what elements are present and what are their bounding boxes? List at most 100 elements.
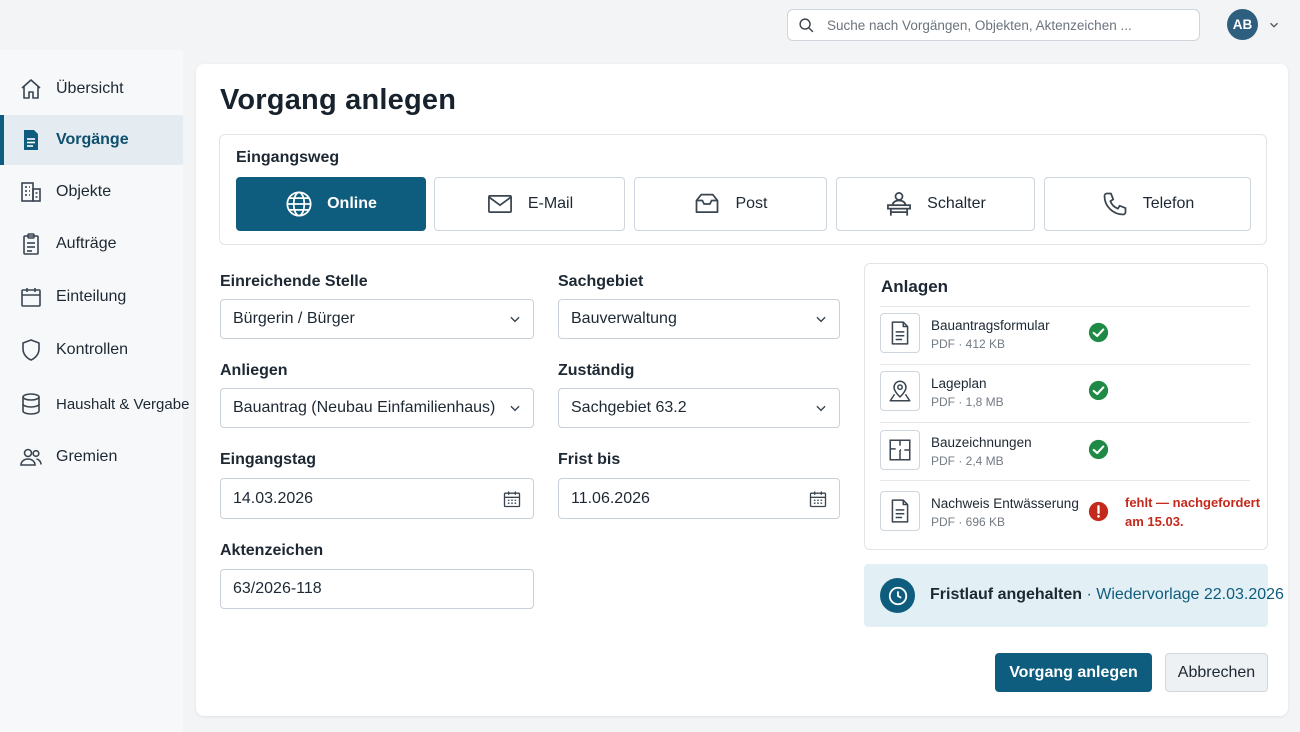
sidebar-item-label: Kontrollen — [56, 341, 129, 358]
sidebar-item-gremien[interactable]: Gremien — [0, 432, 183, 482]
vorgang-anlegen-button[interactable]: Vorgang anlegen — [995, 653, 1152, 692]
zustaendig-select[interactable]: Sachgebiet 63.2 — [558, 388, 840, 428]
globe-icon — [286, 191, 312, 217]
attachment-meta: PDF · 696 KB — [931, 515, 1006, 529]
anliegen-select[interactable]: Bauantrag (Neubau Einfamilienhaus) — [220, 388, 534, 428]
document-icon — [24, 130, 38, 150]
search-box[interactable] — [787, 9, 1200, 41]
attachment-name: Bauantragsformular — [931, 318, 1050, 333]
frist-bis-input[interactable]: 11.06.2026 — [558, 478, 840, 519]
chevron-down-icon — [816, 405, 826, 412]
error-icon — [1088, 501, 1109, 522]
aktenzeichen-label: Aktenzeichen — [220, 542, 324, 559]
calendar-icon[interactable] — [808, 489, 828, 509]
counter-icon — [887, 192, 912, 216]
attachment-row[interactable]: Bauzeichnungen PDF · 2,4 MB — [865, 422, 1269, 480]
check-circle-icon — [1088, 380, 1109, 401]
search-input[interactable] — [827, 17, 1187, 33]
abbrechen-button[interactable]: Abbrechen — [1165, 653, 1268, 692]
channel-online-button[interactable]: Online — [236, 177, 426, 231]
eingangstag-value: 14.03.2026 — [233, 489, 314, 507]
sidebar-item-vorgaenge[interactable]: Vorgänge — [0, 115, 183, 165]
check-circle-icon — [1088, 439, 1109, 460]
floorplan-icon — [889, 439, 911, 461]
avatar[interactable]: AB — [1227, 9, 1258, 40]
clock-icon — [880, 578, 915, 613]
attachment-row[interactable]: Lageplan PDF · 1,8 MB — [865, 364, 1269, 422]
fristlauf-text: Fristlauf angehalten · Wiedervorlage 22.… — [930, 586, 1284, 604]
fristlauf-banner: Fristlauf angehalten · Wiedervorlage 22.… — [864, 564, 1284, 627]
page-title: Vorgang anlegen — [220, 84, 457, 116]
calendar-icon — [21, 288, 41, 307]
aktenzeichen-input[interactable]: 63/2026-118 — [220, 569, 534, 609]
main-panel: Vorgang anlegen Eingangsweg Online E-Mai… — [196, 64, 1288, 716]
building-icon — [21, 182, 41, 202]
channel-label: Online — [327, 195, 377, 212]
attachment-row[interactable]: Nachweis Entwässerung PDF · 696 KB fehlt… — [865, 480, 1269, 546]
anliegen-value: Bauantrag (Neubau Einfamilienhaus) — [233, 399, 496, 416]
frist-bis-value: 11.06.2026 — [571, 489, 650, 507]
calendar-icon[interactable] — [502, 489, 522, 509]
attachment-icon-box — [880, 491, 920, 531]
chevron-down-icon — [510, 405, 520, 412]
sachgebiet-value: Bauverwaltung — [571, 310, 677, 327]
eingangstag-label: Eingangstag — [220, 451, 317, 468]
chevron-down-icon — [510, 316, 520, 323]
channel-label: Telefon — [1142, 195, 1195, 212]
channel-post-button[interactable]: Post — [634, 177, 827, 231]
eingangsweg-panel: Eingangsweg Online E-Mail Post Schalter … — [219, 134, 1267, 245]
clipboard-icon — [23, 233, 39, 255]
sidebar-item-kontrollen[interactable]: Kontrollen — [0, 325, 183, 375]
attachment-name: Nachweis Entwässerung — [931, 496, 1079, 511]
anlagen-title: Anlagen — [881, 277, 949, 296]
attachment-meta: PDF · 412 KB — [931, 337, 1006, 351]
sidebar-item-haushalt[interactable]: Haushalt & Vergabe — [0, 379, 189, 429]
sachgebiet-label: Sachgebiet — [558, 273, 644, 290]
search-icon — [799, 17, 814, 32]
attachment-meta: PDF · 1,8 MB — [931, 395, 1004, 409]
home-icon — [21, 79, 41, 99]
anlagen-panel: Anlagen Bauantragsformular PDF · 412 KB … — [864, 263, 1268, 550]
fristlauf-label: Fristlauf angehalten — [930, 586, 1083, 603]
sachgebiet-select[interactable]: Bauverwaltung — [558, 299, 840, 339]
sidebar-item-label: Haushalt & Vergabe — [56, 395, 190, 413]
sidebar-item-objekte[interactable]: Objekte — [0, 167, 183, 217]
sidebar-item-uebersicht[interactable]: Übersicht — [0, 64, 183, 114]
sidebar-item-label: Vorgänge — [56, 131, 129, 148]
einreichende-stelle-select[interactable]: Bürgerin / Bürger — [220, 299, 534, 339]
channel-schalter-button[interactable]: Schalter — [836, 177, 1035, 231]
attachment-meta: PDF · 2,4 MB — [931, 454, 1004, 468]
sidebar-item-label: Einteilung — [56, 288, 127, 305]
divider — [880, 480, 1250, 481]
phone-icon — [1103, 192, 1127, 216]
inbox-icon — [696, 193, 719, 214]
check-circle-icon — [1088, 322, 1109, 343]
attachment-icon-box — [880, 430, 920, 470]
top-bar: AB — [0, 0, 1300, 50]
channel-label: Post — [735, 195, 768, 212]
fristlauf-detail: Wiedervorlage 22.03.2026 — [1096, 586, 1284, 603]
chevron-down-icon — [816, 316, 826, 323]
channel-label: E-Mail — [527, 195, 574, 212]
sidebar-item-label: Übersicht — [56, 80, 124, 97]
eingangsweg-label: Eingangsweg — [236, 149, 340, 166]
einreichende-stelle-value: Bürgerin / Bürger — [233, 310, 355, 327]
sidebar-item-label: Objekte — [56, 183, 112, 200]
channel-label: Schalter — [927, 195, 986, 212]
document-icon — [891, 321, 909, 345]
document-icon — [891, 499, 909, 523]
chevron-down-icon[interactable] — [1267, 18, 1281, 32]
sidebar-item-auftraege[interactable]: Aufträge — [0, 219, 183, 269]
divider — [880, 364, 1250, 365]
channel-telefon-button[interactable]: Telefon — [1044, 177, 1251, 231]
map-pin-icon — [889, 380, 911, 402]
einreichende-stelle-label: Einreichende Stelle — [220, 273, 368, 290]
sidebar: Übersicht Vorgänge Objekte Aufträge Eint… — [0, 50, 189, 732]
sidebar-item-einteilung[interactable]: Einteilung — [0, 272, 183, 322]
mail-icon — [487, 194, 512, 214]
attachment-icon-box — [880, 313, 920, 353]
channel-email-button[interactable]: E-Mail — [434, 177, 625, 231]
eingangstag-input[interactable]: 14.03.2026 — [220, 478, 534, 519]
attachment-row[interactable]: Bauantragsformular PDF · 412 KB — [865, 306, 1269, 364]
attachment-name: Lageplan — [931, 376, 987, 391]
